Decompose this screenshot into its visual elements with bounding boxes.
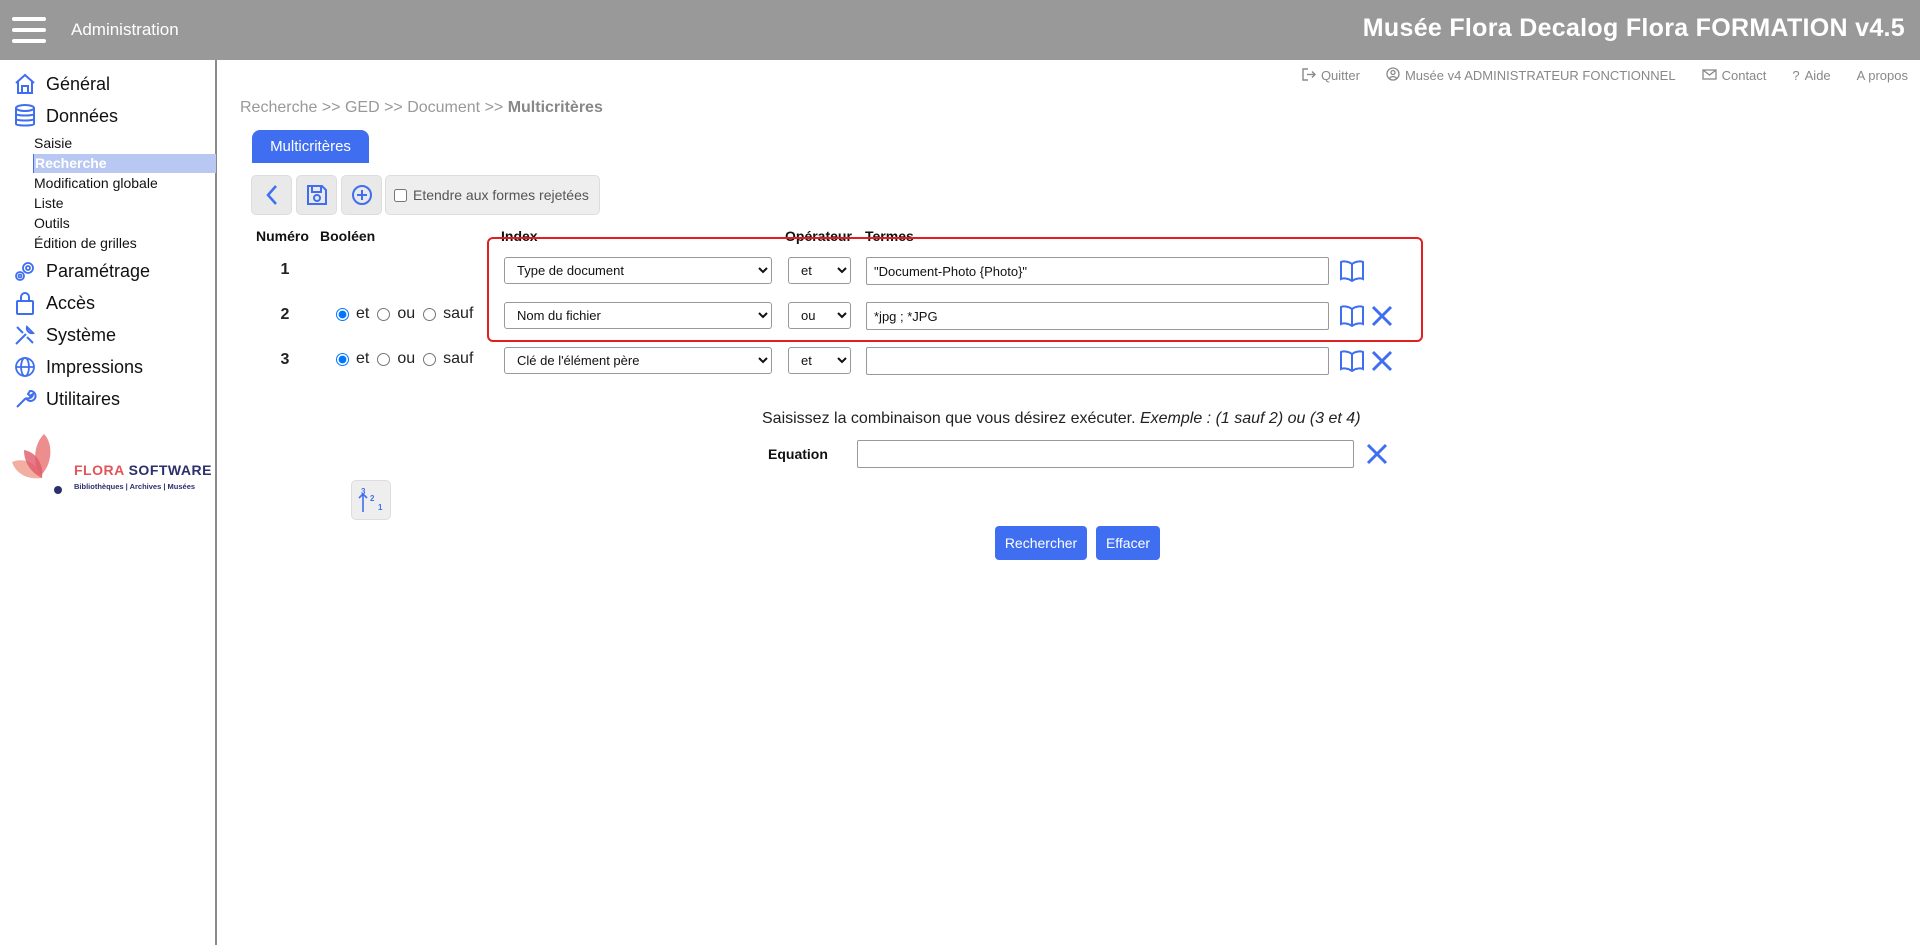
breadcrumb-current: Multicritères bbox=[507, 99, 603, 116]
sidebar-item-label: Données bbox=[46, 105, 119, 126]
operator-select[interactable]: ou bbox=[788, 302, 851, 329]
top-links: Quitter Musée v4 ADMINISTRATEUR FONCTION… bbox=[1276, 67, 1908, 84]
envelope-icon bbox=[1701, 68, 1717, 83]
logout-icon bbox=[1302, 67, 1316, 84]
equation-input[interactable] bbox=[857, 440, 1354, 468]
row-number: 3 bbox=[280, 351, 290, 368]
flora-software-logo: FLORA SOFTWARE Bibliothèques | Archives … bbox=[10, 432, 212, 500]
floppy-disk-icon bbox=[306, 185, 327, 205]
column-header-operateur: Opérateur bbox=[785, 228, 852, 244]
sidebar-item-label: Accès bbox=[46, 292, 96, 313]
svg-text:2: 2 bbox=[370, 494, 375, 503]
logo-text: FLORA SOFTWARE bbox=[74, 462, 212, 478]
operator-select[interactable]: et bbox=[788, 347, 851, 374]
sidebar-item-label: Paramétrage bbox=[46, 260, 151, 281]
close-icon[interactable] bbox=[1370, 304, 1394, 328]
column-header-index: Index bbox=[501, 228, 538, 244]
sidebar-item-donnees[interactable]: Données bbox=[12, 102, 118, 130]
logo-tagline: Bibliothèques | Archives | Musées bbox=[74, 482, 196, 491]
bool-et-radio[interactable] bbox=[336, 307, 349, 321]
bool-ou-radio[interactable] bbox=[377, 307, 391, 321]
equation-hint: Saisissez la combinaison que vous désire… bbox=[762, 410, 1361, 427]
hamburger-menu-icon[interactable] bbox=[12, 17, 46, 43]
menu-label: Administration bbox=[71, 20, 179, 39]
extend-rejected-forms: Etendre aux formes rejetées bbox=[385, 175, 600, 215]
sidebar-item-acces[interactable]: Accès bbox=[12, 289, 95, 317]
quit-link[interactable]: Quitter bbox=[1302, 67, 1360, 84]
user-link[interactable]: Musée v4 ADMINISTRATEUR FONCTIONNEL bbox=[1386, 67, 1676, 84]
column-header-termes: Termes bbox=[865, 228, 914, 244]
book-icon[interactable] bbox=[1339, 260, 1365, 283]
search-button[interactable]: Rechercher bbox=[995, 526, 1087, 560]
svg-text:3: 3 bbox=[361, 487, 366, 496]
row-number: 1 bbox=[280, 261, 290, 278]
term-input[interactable] bbox=[866, 347, 1329, 375]
index-select[interactable]: Type de document bbox=[504, 257, 772, 284]
book-icon[interactable] bbox=[1339, 350, 1365, 373]
sidebar-subitem-modification-globale[interactable]: Modification globale bbox=[33, 174, 216, 193]
extend-rejected-label: Etendre aux formes rejetées bbox=[413, 187, 589, 203]
tab-multicriteres[interactable]: Multicritères bbox=[252, 130, 369, 163]
extend-rejected-checkbox[interactable] bbox=[394, 188, 407, 202]
sidebar-item-utilitaires[interactable]: Utilitaires bbox=[12, 385, 120, 413]
sidebar-item-label: Système bbox=[46, 324, 117, 345]
contact-link[interactable]: Contact bbox=[1701, 67, 1766, 84]
bool-et-radio[interactable] bbox=[336, 352, 349, 366]
user-circle-icon bbox=[1386, 67, 1400, 84]
home-icon bbox=[12, 71, 38, 97]
boolean-group: et ou sauf bbox=[336, 305, 481, 323]
about-link[interactable]: A propos bbox=[1857, 67, 1908, 84]
top-bar: Administration Musée Flora Decalog Flora… bbox=[0, 0, 1920, 60]
close-icon[interactable] bbox=[1370, 349, 1394, 373]
clear-equation-icon[interactable] bbox=[1365, 442, 1389, 466]
sidebar-subitem-liste[interactable]: Liste bbox=[33, 194, 216, 213]
clear-button[interactable]: Effacer bbox=[1096, 526, 1160, 560]
tools-icon bbox=[12, 322, 38, 348]
add-criterion-button[interactable] bbox=[341, 175, 382, 215]
back-button[interactable] bbox=[251, 175, 292, 215]
globe-icon bbox=[12, 354, 38, 380]
book-icon[interactable] bbox=[1339, 305, 1365, 328]
bool-sauf-radio[interactable] bbox=[423, 307, 437, 321]
svg-text:1: 1 bbox=[378, 503, 383, 512]
bool-sauf-radio[interactable] bbox=[423, 352, 437, 366]
operator-select[interactable]: et bbox=[788, 257, 851, 284]
equation-label: Equation bbox=[768, 446, 828, 462]
sidebar-item-label: Utilitaires bbox=[46, 388, 121, 409]
index-select[interactable]: Nom du fichier bbox=[504, 302, 772, 329]
breadcrumb: Recherche >> GED >> Document >> Multicri… bbox=[240, 99, 603, 116]
sidebar-item-label: Général bbox=[46, 73, 111, 94]
plus-circle-icon bbox=[351, 185, 372, 205]
row-number: 2 bbox=[280, 306, 290, 323]
chevron-left-icon bbox=[265, 185, 277, 205]
column-header-booleen: Booléen bbox=[320, 228, 376, 244]
term-input[interactable] bbox=[866, 257, 1329, 285]
lock-icon bbox=[12, 290, 38, 316]
help-link[interactable]: ? Aide bbox=[1792, 67, 1830, 84]
sidebar-subitem-recherche[interactable]: Recherche bbox=[33, 154, 216, 173]
sidebar-item-parametrage[interactable]: Paramétrage bbox=[12, 257, 150, 285]
question-icon: ? bbox=[1792, 68, 1800, 83]
sidebar-item-impressions[interactable]: Impressions bbox=[12, 353, 143, 381]
sort-numeric-icon: 3 2 1 bbox=[358, 487, 383, 512]
sort-order-button[interactable]: 3 2 1 bbox=[351, 480, 391, 520]
wrench-icon bbox=[12, 386, 38, 412]
index-select[interactable]: Clé de l'élément père bbox=[504, 347, 772, 374]
bool-ou-radio[interactable] bbox=[377, 352, 391, 366]
gears-icon bbox=[12, 258, 38, 284]
column-header-numero: Numéro bbox=[256, 228, 309, 244]
database-icon bbox=[12, 103, 38, 129]
sidebar-item-general[interactable]: Général bbox=[12, 70, 110, 98]
sidebar-item-label: Impressions bbox=[46, 356, 144, 377]
sidebar-item-systeme[interactable]: Système bbox=[12, 321, 116, 349]
sidebar-subitem-saisie[interactable]: Saisie bbox=[33, 134, 216, 153]
sidebar-subitem-outils[interactable]: Outils bbox=[33, 214, 216, 233]
sidebar-subitem-edition-grilles[interactable]: Édition de grilles bbox=[33, 234, 216, 253]
save-button[interactable] bbox=[296, 175, 337, 215]
boolean-group: et ou sauf bbox=[336, 350, 481, 368]
app-title: Musée Flora Decalog Flora FORMATION v4.5 bbox=[1362, 14, 1905, 42]
sidebar: Général Données Saisie Recherche Modific… bbox=[0, 60, 217, 945]
term-input[interactable] bbox=[866, 302, 1329, 330]
